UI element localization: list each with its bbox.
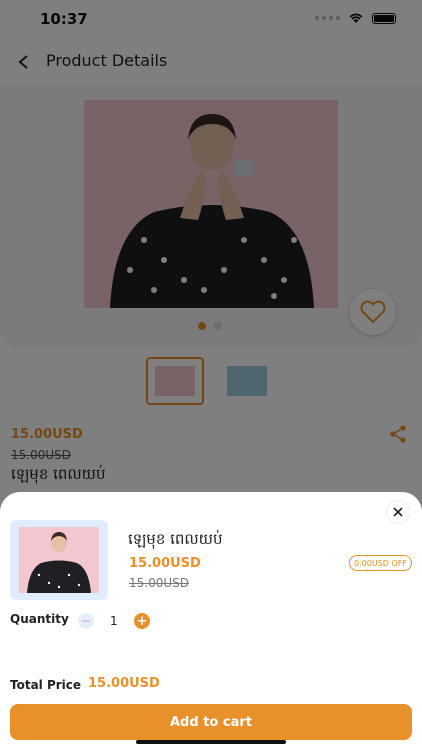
sheet-product-photo <box>19 527 99 593</box>
total-price-value: 15.00USD <box>88 676 160 691</box>
sheet-product-price: 15.00USD <box>129 556 201 571</box>
discount-badge: 0.00USD OFF <box>349 555 412 571</box>
total-price-label: Total Price <box>10 678 82 692</box>
close-button[interactable] <box>386 500 410 524</box>
add-to-cart-sheet: ឡេមុខ ពេលយប់ 15.00USD 15.00USD 0.00USD O… <box>0 492 422 750</box>
home-indicator <box>136 740 286 744</box>
sheet-product-image <box>10 520 108 600</box>
quantity-decrease-button[interactable]: − <box>78 613 94 629</box>
sheet-product-name: ឡេមុខ ពេលយប់ <box>128 530 223 548</box>
product-photo <box>19 527 99 593</box>
close-icon <box>393 507 403 517</box>
quantity-value: 1 <box>110 614 118 628</box>
add-to-cart-button[interactable]: Add to cart <box>10 704 412 740</box>
sheet-product-old-price: 15.00USD <box>129 576 189 590</box>
quantity-label: Quantity <box>10 612 69 626</box>
quantity-increase-button[interactable]: + <box>134 613 150 629</box>
